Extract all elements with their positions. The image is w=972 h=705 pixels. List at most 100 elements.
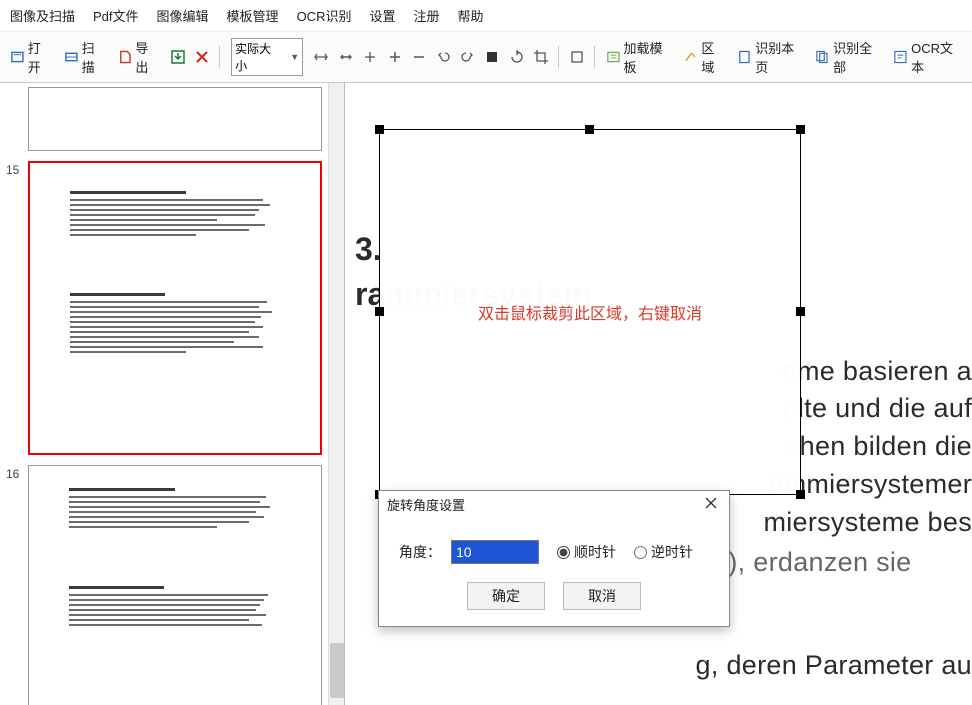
deskew-icon — [569, 49, 585, 65]
export-icon — [118, 49, 133, 65]
thumbnail-row: 15 — [6, 161, 338, 455]
crop-handle-n[interactable] — [585, 125, 594, 134]
scan-button[interactable]: 扫描 — [60, 36, 110, 78]
ocr-text-icon — [893, 49, 908, 65]
toolbar: 打开 扫描 导出 实际大小 ▼ 加载模板 区域 识别本页 识别全 — [0, 32, 972, 83]
separator — [558, 46, 559, 68]
thumbnail-page[interactable] — [28, 87, 322, 151]
crop-hint-text: 双击鼠标裁剪此区域，右键取消 — [478, 300, 702, 324]
ccw-radio-input[interactable] — [634, 546, 647, 559]
menu-image-scan[interactable]: 图像及扫描 — [10, 6, 75, 25]
heading-number: 3. — [355, 231, 382, 267]
zoom-label: 实际大小 — [235, 40, 278, 74]
crop-handle-w[interactable] — [375, 307, 384, 316]
load-template-label: 加载模板 — [623, 38, 671, 76]
region-icon — [684, 49, 699, 65]
crop-button[interactable] — [531, 46, 551, 68]
rotate-angle-dialog: 旋转角度设置 角度： 顺时针 逆时针 确定 取消 — [378, 490, 730, 627]
page-number: 15 — [6, 161, 22, 455]
ok-button[interactable]: 确定 — [467, 582, 545, 610]
menu-pdf[interactable]: Pdf文件 — [93, 6, 139, 25]
fit-page-icon — [362, 49, 378, 65]
angle-label: 角度： — [399, 542, 441, 562]
ccw-radio[interactable]: 逆时针 — [634, 542, 693, 562]
menu-settings[interactable]: 设置 — [369, 6, 395, 25]
zoom-in-button[interactable] — [384, 46, 404, 68]
undo-icon — [435, 49, 451, 65]
cw-label: 顺时针 — [574, 542, 616, 562]
export-button[interactable]: 导出 — [114, 36, 164, 78]
crop-selection[interactable]: 双击鼠标裁剪此区域，右键取消 — [379, 129, 801, 495]
all-ocr-icon — [815, 49, 830, 65]
open-label: 打开 — [28, 38, 52, 76]
invert-button[interactable] — [482, 46, 502, 68]
angle-input[interactable] — [451, 540, 539, 564]
open-icon — [10, 49, 25, 65]
undo-button[interactable] — [433, 46, 453, 68]
minus-icon — [411, 49, 427, 65]
fit-height-button[interactable] — [336, 46, 356, 68]
cancel-button[interactable]: 取消 — [563, 582, 641, 610]
close-icon — [194, 49, 210, 65]
ocr-text-label: OCR文本 — [911, 38, 962, 76]
menu-register[interactable]: 注册 — [413, 6, 439, 25]
open-button[interactable]: 打开 — [6, 36, 56, 78]
thumbnail-page[interactable] — [28, 465, 322, 705]
invert-icon — [484, 49, 500, 65]
separator — [219, 46, 220, 68]
plus-icon — [387, 49, 403, 65]
save-button[interactable] — [167, 46, 187, 68]
dialog-close-button[interactable] — [701, 496, 721, 513]
fit-page-button[interactable] — [360, 46, 380, 68]
thumbnail-page-active[interactable] — [28, 161, 322, 455]
menu-image-edit[interactable]: 图像编辑 — [157, 6, 209, 25]
separator — [594, 46, 595, 68]
recognize-page-label: 识别本页 — [755, 38, 803, 76]
dialog-title: 旋转角度设置 — [387, 495, 465, 514]
recognize-all-label: 识别全部 — [833, 38, 881, 76]
close-icon — [705, 497, 717, 509]
menu-ocr[interactable]: OCR识别 — [297, 6, 352, 25]
menu-help[interactable]: 帮助 — [457, 6, 483, 25]
region-button[interactable]: 区域 — [680, 36, 730, 78]
chevron-down-icon: ▼ — [290, 52, 299, 62]
ocr-text-button[interactable]: OCR文本 — [889, 36, 966, 78]
deskew-button[interactable] — [566, 46, 586, 68]
load-template-button[interactable]: 加载模板 — [602, 36, 676, 78]
crop-handle-se[interactable] — [796, 490, 805, 499]
export-label: 导出 — [135, 38, 159, 76]
fit-height-icon — [338, 49, 354, 65]
cw-radio-input[interactable] — [557, 546, 570, 559]
redo-button[interactable] — [458, 46, 478, 68]
thumbnail-panel: 15 — [0, 83, 345, 705]
save-icon — [170, 49, 186, 65]
fit-width-button[interactable] — [311, 46, 331, 68]
dialog-buttons: 确定 取消 — [379, 574, 729, 626]
dialog-titlebar[interactable]: 旋转角度设置 — [379, 491, 729, 518]
cw-radio[interactable]: 顺时针 — [557, 542, 616, 562]
recognize-all-button[interactable]: 识别全部 — [811, 36, 885, 78]
delete-button[interactable] — [192, 46, 212, 68]
fit-width-icon — [313, 49, 329, 65]
crop-handle-ne[interactable] — [796, 125, 805, 134]
crop-handle-nw[interactable] — [375, 125, 384, 134]
thumbnail-row: 16 — [6, 465, 338, 705]
page-ocr-icon — [737, 49, 752, 65]
region-label: 区域 — [701, 38, 725, 76]
zoom-out-button[interactable] — [409, 46, 429, 68]
crop-icon — [533, 49, 549, 65]
thumbnails-scrollbar[interactable] — [328, 83, 344, 705]
zoom-select[interactable]: 实际大小 ▼ — [231, 38, 303, 76]
doc-line: g, deren Parameter au — [445, 647, 972, 685]
page-number: 16 — [6, 465, 22, 705]
ccw-label: 逆时针 — [651, 542, 693, 562]
rotate-button[interactable] — [507, 46, 527, 68]
scan-icon — [64, 49, 79, 65]
crop-handle-e[interactable] — [796, 307, 805, 316]
menu-template[interactable]: 模板管理 — [227, 6, 279, 25]
scrollbar-handle[interactable] — [330, 643, 344, 698]
dialog-body: 角度： 顺时针 逆时针 — [379, 518, 729, 574]
thumbnail-row — [6, 87, 338, 151]
recognize-page-button[interactable]: 识别本页 — [733, 36, 807, 78]
rotate-icon — [509, 49, 525, 65]
